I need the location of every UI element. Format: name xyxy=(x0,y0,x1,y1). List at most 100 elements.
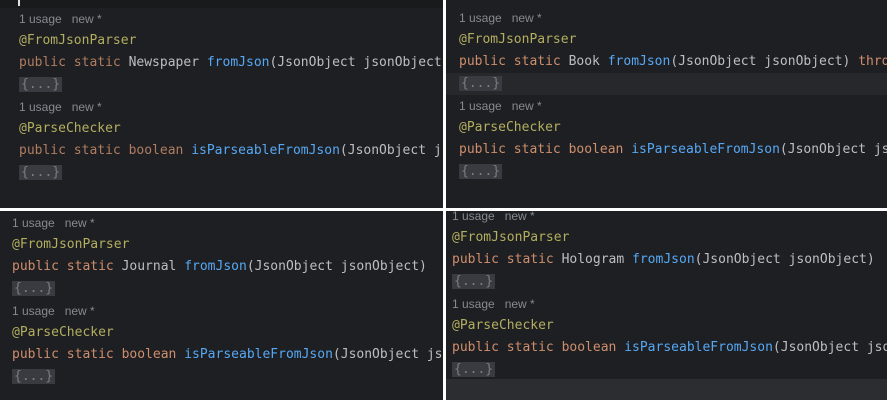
annotation: @FromJsonParser xyxy=(12,234,129,256)
code-editor-panel[interactable]: 1 usage new * @FromJsonParser public static… xyxy=(446,211,887,400)
parameters: (JsonObject jsonObject) xyxy=(332,347,443,362)
keyword: public static boolean xyxy=(19,143,184,158)
usage-hint[interactable]: 1 usage xyxy=(452,211,495,223)
method-name[interactable]: isParseableFromJson xyxy=(184,347,333,362)
annotation: @ParseChecker xyxy=(452,315,554,337)
keyword: public static boolean xyxy=(459,142,624,157)
method-name[interactable]: fromJson xyxy=(608,54,671,69)
method-name[interactable]: fromJson xyxy=(207,55,270,70)
new-hint[interactable]: new * xyxy=(65,216,95,230)
method-name[interactable]: isParseableFromJson xyxy=(631,142,780,157)
parameters: (JsonObject jsonObject) xyxy=(269,55,443,70)
new-hint[interactable]: new * xyxy=(505,297,535,311)
usage-line: 1 usage new * xyxy=(19,96,102,118)
keyword: public static boolean xyxy=(12,347,177,362)
usage-hint[interactable]: 1 usage xyxy=(459,99,502,113)
method-name[interactable]: isParseableFromJson xyxy=(191,143,340,158)
method-name[interactable]: fromJson xyxy=(184,259,247,274)
parameters: (JsonObject jsonObject) xyxy=(772,340,887,355)
method-signature: public static Book fromJson(JsonObject j… xyxy=(459,51,887,73)
folded-body: {...} xyxy=(19,74,63,96)
return-type: Book xyxy=(568,54,600,69)
usage-line: 1 usage new * xyxy=(452,293,535,315)
return-type: Newspaper xyxy=(128,55,200,70)
parameters: (JsonObject jsonObject) xyxy=(339,143,443,158)
code-editor-panel[interactable]: 1 usage new * @FromJsonParser public static… xyxy=(446,0,887,208)
folded-code-block[interactable]: {...} xyxy=(19,77,63,92)
folded-code-block[interactable]: {...} xyxy=(452,274,496,289)
folded-code-block[interactable]: {...} xyxy=(12,369,56,384)
text-cursor xyxy=(18,0,20,6)
method-name[interactable]: fromJson xyxy=(632,252,695,267)
annotation: @ParseChecker xyxy=(19,118,121,140)
code-editor-panel[interactable]: 1 usage new * @FromJsonParser public static… xyxy=(0,211,443,400)
new-hint[interactable]: new * xyxy=(65,304,95,318)
annotation-text: @ParseChecker xyxy=(12,325,114,340)
new-hint[interactable]: new * xyxy=(72,12,102,26)
usage-line: 1 usage new * xyxy=(459,7,542,29)
return-type: Hologram xyxy=(561,252,625,267)
code-editor-panel[interactable]: 1 usage new * @FromJsonParser public static… xyxy=(0,0,443,208)
annotation-text: @FromJsonParser xyxy=(12,237,130,252)
usage-hint[interactable]: 1 usage xyxy=(12,304,55,318)
current-line-highlight xyxy=(446,73,887,95)
folded-code-block[interactable]: {...} xyxy=(452,362,496,377)
method-signature: public static Journal fromJson(JsonObjec… xyxy=(12,256,427,278)
folded-body: {...} xyxy=(452,359,496,381)
folded-body: {...} xyxy=(12,278,56,300)
new-hint[interactable]: new * xyxy=(72,100,102,114)
parameters: (JsonObject jsonObject) xyxy=(694,252,875,267)
annotation: @FromJsonParser xyxy=(19,30,136,52)
editor-top-strip xyxy=(0,0,443,8)
return-type: Journal xyxy=(121,259,177,274)
throws-keyword: throws xyxy=(858,54,887,69)
folded-body: {...} xyxy=(452,271,496,293)
usage-line: 1 usage new * xyxy=(452,211,535,227)
parameters: (JsonObject jsonObject) xyxy=(246,259,427,274)
annotation-text: @FromJsonParser xyxy=(452,230,570,245)
method-signature: public static Hologram fromJson(JsonObje… xyxy=(452,249,875,271)
method-signature: public static boolean isParseableFromJso… xyxy=(19,140,443,162)
parameters: (JsonObject jsonObject) xyxy=(779,142,887,157)
annotation-text: @ParseChecker xyxy=(452,318,554,333)
annotation: @ParseChecker xyxy=(12,322,114,344)
method-signature: public static boolean isParseableFromJso… xyxy=(12,344,443,366)
usage-hint[interactable]: 1 usage xyxy=(19,100,62,114)
new-hint[interactable]: new * xyxy=(505,211,535,223)
method-signature: public static Newspaper fromJson(JsonObj… xyxy=(19,52,443,74)
folded-body: {...} xyxy=(459,73,503,95)
method-signature: public static boolean isParseableFromJso… xyxy=(452,337,887,359)
editor-footer-area xyxy=(446,379,887,400)
method-signature: public static boolean isParseableFromJso… xyxy=(459,139,887,161)
annotation-text: @ParseChecker xyxy=(459,120,561,135)
usage-hint[interactable]: 1 usage xyxy=(452,297,495,311)
folded-code-block[interactable]: {...} xyxy=(459,76,503,91)
annotation-text: @FromJsonParser xyxy=(459,32,577,47)
keyword: public static xyxy=(452,252,554,267)
keyword: public static xyxy=(19,55,121,70)
usage-line: 1 usage new * xyxy=(459,95,542,117)
keyword: public static boolean xyxy=(452,340,617,355)
usage-line: 1 usage new * xyxy=(12,212,95,234)
annotation: @FromJsonParser xyxy=(452,227,569,249)
folded-body: {...} xyxy=(459,161,503,183)
new-hint[interactable]: new * xyxy=(512,99,542,113)
folded-body: {...} xyxy=(12,366,56,388)
annotation-text: @ParseChecker xyxy=(19,121,121,136)
usage-hint[interactable]: 1 usage xyxy=(12,216,55,230)
usage-hint[interactable]: 1 usage xyxy=(19,12,62,26)
method-name[interactable]: isParseableFromJson xyxy=(624,340,773,355)
folded-code-block[interactable]: {...} xyxy=(12,281,56,296)
usage-hint[interactable]: 1 usage xyxy=(459,11,502,25)
usage-line: 1 usage new * xyxy=(19,8,102,30)
folded-body: {...} xyxy=(19,162,63,184)
usage-line: 1 usage new * xyxy=(12,300,95,322)
annotation: @ParseChecker xyxy=(459,117,561,139)
keyword: public static xyxy=(12,259,114,274)
folded-code-block[interactable]: {...} xyxy=(459,164,503,179)
keyword: public static xyxy=(459,54,561,69)
folded-code-block[interactable]: {...} xyxy=(19,165,63,180)
new-hint[interactable]: new * xyxy=(512,11,542,25)
annotation-text: @FromJsonParser xyxy=(19,33,137,48)
parameters: (JsonObject jsonObject) xyxy=(670,54,851,69)
